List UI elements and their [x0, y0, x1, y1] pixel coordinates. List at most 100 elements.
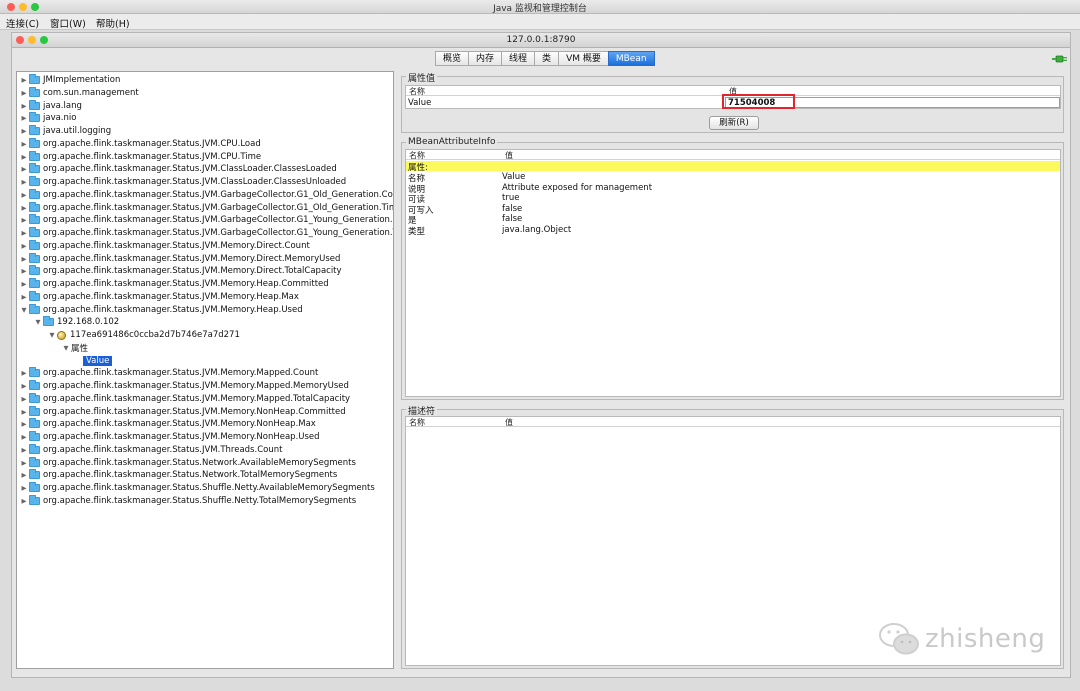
tree-item[interactable]: ▶ org.apache.flink.taskmanager.Status.JVM…: [19, 137, 261, 150]
collapsed-arrow-icon[interactable]: ▶: [19, 267, 29, 275]
collapsed-arrow-icon[interactable]: ▶: [19, 484, 29, 492]
expanded-arrow-icon[interactable]: ▼: [61, 344, 71, 352]
tree-item[interactable]: ▶ java.util.logging: [19, 125, 111, 137]
collapsed-arrow-icon[interactable]: ▶: [19, 433, 29, 441]
tree-item[interactable]: ▶ java.nio: [19, 112, 76, 124]
collapsed-arrow-icon[interactable]: ▶: [19, 216, 29, 224]
folder-icon: [29, 405, 40, 416]
collapsed-arrow-icon[interactable]: ▶: [19, 395, 29, 403]
collapsed-arrow-icon[interactable]: ▶: [19, 280, 29, 288]
tree-item[interactable]: ▶ com.sun.management: [19, 86, 139, 99]
collapsed-arrow-icon[interactable]: ▶: [19, 471, 29, 479]
tree-item[interactable]: ▶ org.apache.flink.taskmanager.Status.JVM…: [19, 150, 262, 163]
tree-item-label: org.apache.flink.taskmanager.Status.JVM.…: [43, 432, 320, 442]
collapsed-arrow-icon[interactable]: ▶: [19, 369, 29, 377]
tree-item[interactable]: ▶ org.apache.flink.taskmanager.Status.Net…: [19, 469, 337, 481]
folder-icon: [43, 316, 54, 327]
tab-mbean[interactable]: MBean: [607, 51, 655, 66]
tree-item[interactable]: ▶ org.apache.flink.taskmanager.Status.JVM…: [19, 163, 337, 175]
folder-icon: [29, 482, 40, 492]
tree-item[interactable]: Value: [83, 355, 113, 367]
tree-item[interactable]: ▶ org.apache.flink.taskmanager.Status.JVM…: [19, 418, 316, 430]
expanded-arrow-icon[interactable]: ▼: [19, 306, 29, 314]
collapsed-arrow-icon[interactable]: ▶: [19, 446, 29, 454]
collapsed-arrow-icon[interactable]: ▶: [19, 165, 29, 173]
connection-titlebar: 127.0.0.1:8790: [12, 33, 1070, 48]
collapsed-arrow-icon[interactable]: ▶: [19, 191, 29, 199]
tree-item[interactable]: ▶ org.apache.flink.taskmanager.Status.JVM…: [19, 431, 320, 443]
collapsed-arrow-icon[interactable]: ▶: [19, 178, 29, 186]
collapsed-arrow-icon[interactable]: ▶: [19, 408, 29, 416]
info-row-value: Value: [502, 172, 526, 182]
tab-overview[interactable]: 概览: [435, 51, 469, 66]
tree-item-label: org.apache.flink.taskmanager.Status.JVM.…: [43, 381, 349, 391]
tree-item-label: org.apache.flink.taskmanager.Status.JVM.…: [43, 279, 329, 289]
collapsed-arrow-icon[interactable]: ▶: [19, 102, 29, 110]
tree-item[interactable]: ▶ org.apache.flink.taskmanager.Status.JVM…: [19, 239, 310, 252]
tree-item[interactable]: ▼ 117ea691486c0ccba2d7b746e7a7d271: [47, 329, 240, 341]
tree-item-label: org.apache.flink.taskmanager.Status.JVM.…: [43, 419, 316, 430]
info-col-value: 值: [505, 151, 513, 160]
tree-item-label: org.apache.flink.taskmanager.Status.Shuf…: [43, 495, 357, 506]
tree-item[interactable]: ▶ java.lang: [19, 99, 82, 112]
tree-item[interactable]: ▶ org.apache.flink.taskmanager.Status.JVM…: [19, 380, 349, 392]
collapsed-arrow-icon[interactable]: ▶: [19, 140, 29, 148]
collapsed-arrow-icon[interactable]: ▶: [19, 242, 29, 250]
collapsed-arrow-icon[interactable]: ▶: [19, 114, 29, 122]
tree-item[interactable]: ▶ org.apache.flink.taskmanager.Status.JVM…: [19, 176, 346, 188]
collapsed-arrow-icon[interactable]: ▶: [19, 127, 29, 135]
tree-item[interactable]: ▼ org.apache.flink.taskmanager.Status.JVM…: [19, 303, 303, 316]
tree-item[interactable]: ▼ 192.168.0.102: [33, 316, 119, 328]
mbean-tree[interactable]: ▶ JMImplementation ▶ com.sun.management ▶ jav…: [16, 71, 394, 669]
tab-memory[interactable]: 内存: [468, 51, 502, 66]
collapsed-arrow-icon[interactable]: ▶: [19, 459, 29, 467]
collapsed-arrow-icon[interactable]: ▶: [19, 89, 29, 97]
tree-item[interactable]: ▶ org.apache.flink.taskmanager.Status.JVM…: [19, 367, 318, 379]
tree-item-label: org.apache.flink.taskmanager.Status.JVM.…: [43, 151, 262, 162]
collapsed-arrow-icon[interactable]: ▶: [19, 229, 29, 237]
menubar: 连接(C) 窗口(W) 帮助(H): [0, 14, 1080, 30]
tree-item[interactable]: ▶ org.apache.flink.taskmanager.Status.JVM…: [19, 188, 393, 201]
tree-item[interactable]: ▶ org.apache.flink.taskmanager.Status.JVM…: [19, 227, 393, 239]
tab-bar: 概览 内存 线程 类 VM 概要 MBean: [435, 51, 655, 66]
folder-icon: [29, 137, 40, 148]
attribute-info-panel: MBeanAttributeInfo 名称 值 属性: 名称 Value 说明 Att…: [401, 137, 1064, 400]
tree-item-label: java.lang: [43, 100, 82, 111]
collapsed-arrow-icon[interactable]: ▶: [19, 204, 29, 212]
tree-item[interactable]: ▶ org.apache.flink.taskmanager.Status.Shu…: [19, 482, 375, 494]
folder-icon: [29, 367, 40, 378]
tree-item[interactable]: ▶ org.apache.flink.taskmanager.Status.JVM…: [19, 290, 299, 303]
collapsed-arrow-icon[interactable]: ▶: [19, 76, 29, 84]
menu-connect[interactable]: 连接(C): [6, 16, 39, 30]
tree-item[interactable]: ▶ org.apache.flink.taskmanager.Status.JVM…: [19, 201, 393, 214]
tab-vm-summary[interactable]: VM 概要: [558, 51, 608, 66]
collapsed-arrow-icon[interactable]: ▶: [19, 497, 29, 505]
tree-item[interactable]: ▶ JMImplementation: [19, 74, 120, 86]
collapsed-arrow-icon[interactable]: ▶: [19, 293, 29, 301]
expanded-arrow-icon[interactable]: ▼: [47, 331, 57, 339]
tree-item[interactable]: ▶ org.apache.flink.taskmanager.Status.JVM…: [19, 214, 394, 226]
tree-item[interactable]: ▶ org.apache.flink.taskmanager.Status.Net…: [19, 456, 356, 469]
tree-item[interactable]: ▶ org.apache.flink.taskmanager.Status.JVM…: [19, 252, 340, 265]
menu-help[interactable]: 帮助(H): [96, 16, 130, 30]
tree-item[interactable]: ▶ org.apache.flink.taskmanager.Status.JVM…: [19, 443, 282, 456]
tree-item-label: org.apache.flink.taskmanager.Status.JVM.…: [43, 368, 319, 379]
tree-item[interactable]: ▶ org.apache.flink.taskmanager.Status.JVM…: [19, 278, 329, 290]
tab-classes[interactable]: 类: [534, 51, 559, 66]
collapsed-arrow-icon[interactable]: ▶: [19, 420, 29, 428]
tree-item[interactable]: ▼ 属性: [61, 342, 89, 354]
folder-icon: [29, 252, 40, 263]
expanded-arrow-icon[interactable]: ▼: [33, 318, 43, 326]
collapsed-arrow-icon[interactable]: ▶: [19, 153, 29, 161]
collapsed-arrow-icon[interactable]: ▶: [19, 255, 29, 263]
tree-item-label: org.apache.flink.taskmanager.Status.JVM.…: [43, 215, 394, 226]
tab-threads[interactable]: 线程: [501, 51, 535, 66]
tree-item[interactable]: ▶ org.apache.flink.taskmanager.Status.JVM…: [19, 392, 350, 405]
tree-item[interactable]: ▶ org.apache.flink.taskmanager.Status.JVM…: [19, 265, 342, 277]
folder-icon: [29, 125, 40, 135]
tree-item[interactable]: ▶ org.apache.flink.taskmanager.Status.Shu…: [19, 494, 357, 507]
collapsed-arrow-icon[interactable]: ▶: [19, 382, 29, 390]
tree-item[interactable]: ▶ org.apache.flink.taskmanager.Status.JVM…: [19, 405, 346, 418]
refresh-button[interactable]: 刷新(R): [709, 116, 759, 130]
menu-window[interactable]: 窗口(W): [50, 16, 86, 30]
